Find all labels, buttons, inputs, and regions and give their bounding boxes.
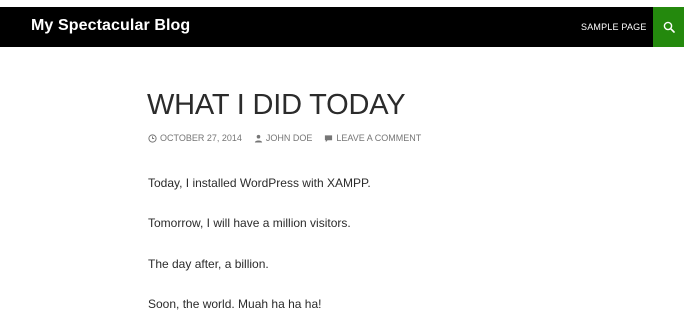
post-paragraph: Soon, the world. Muah ha ha ha!: [148, 297, 322, 311]
comment-icon: [325, 134, 333, 142]
comments-link[interactable]: LEAVE A COMMENT: [324, 133, 421, 143]
site-header: My Spectacular Blog SAMPLE PAGE: [0, 7, 684, 47]
post-author-link[interactable]: JOHN DOE: [254, 133, 313, 143]
clock-icon: [148, 133, 157, 143]
post-date-link[interactable]: OCTOBER 27, 2014: [148, 133, 242, 143]
post-paragraph: Tomorrow, I will have a million visitors…: [148, 216, 351, 230]
search-button[interactable]: [653, 7, 684, 47]
comments-label: LEAVE A COMMENT: [336, 133, 422, 143]
post-title[interactable]: WHAT I DID TODAY: [147, 88, 406, 122]
post-meta: OCTOBER 27, 2014 JOHN DOE LEAVE A COMMEN…: [148, 133, 421, 143]
site-title[interactable]: My Spectacular Blog: [31, 17, 190, 35]
user-icon: [254, 134, 262, 143]
post-paragraph: The day after, a billion.: [148, 257, 269, 271]
search-icon: [663, 21, 675, 33]
post-author: JOHN DOE: [265, 133, 313, 143]
post-paragraph: Today, I installed WordPress with XAMPP.: [148, 176, 371, 190]
post-date: OCTOBER 27, 2014: [160, 133, 242, 143]
nav-item-sample-page[interactable]: SAMPLE PAGE: [581, 22, 647, 32]
